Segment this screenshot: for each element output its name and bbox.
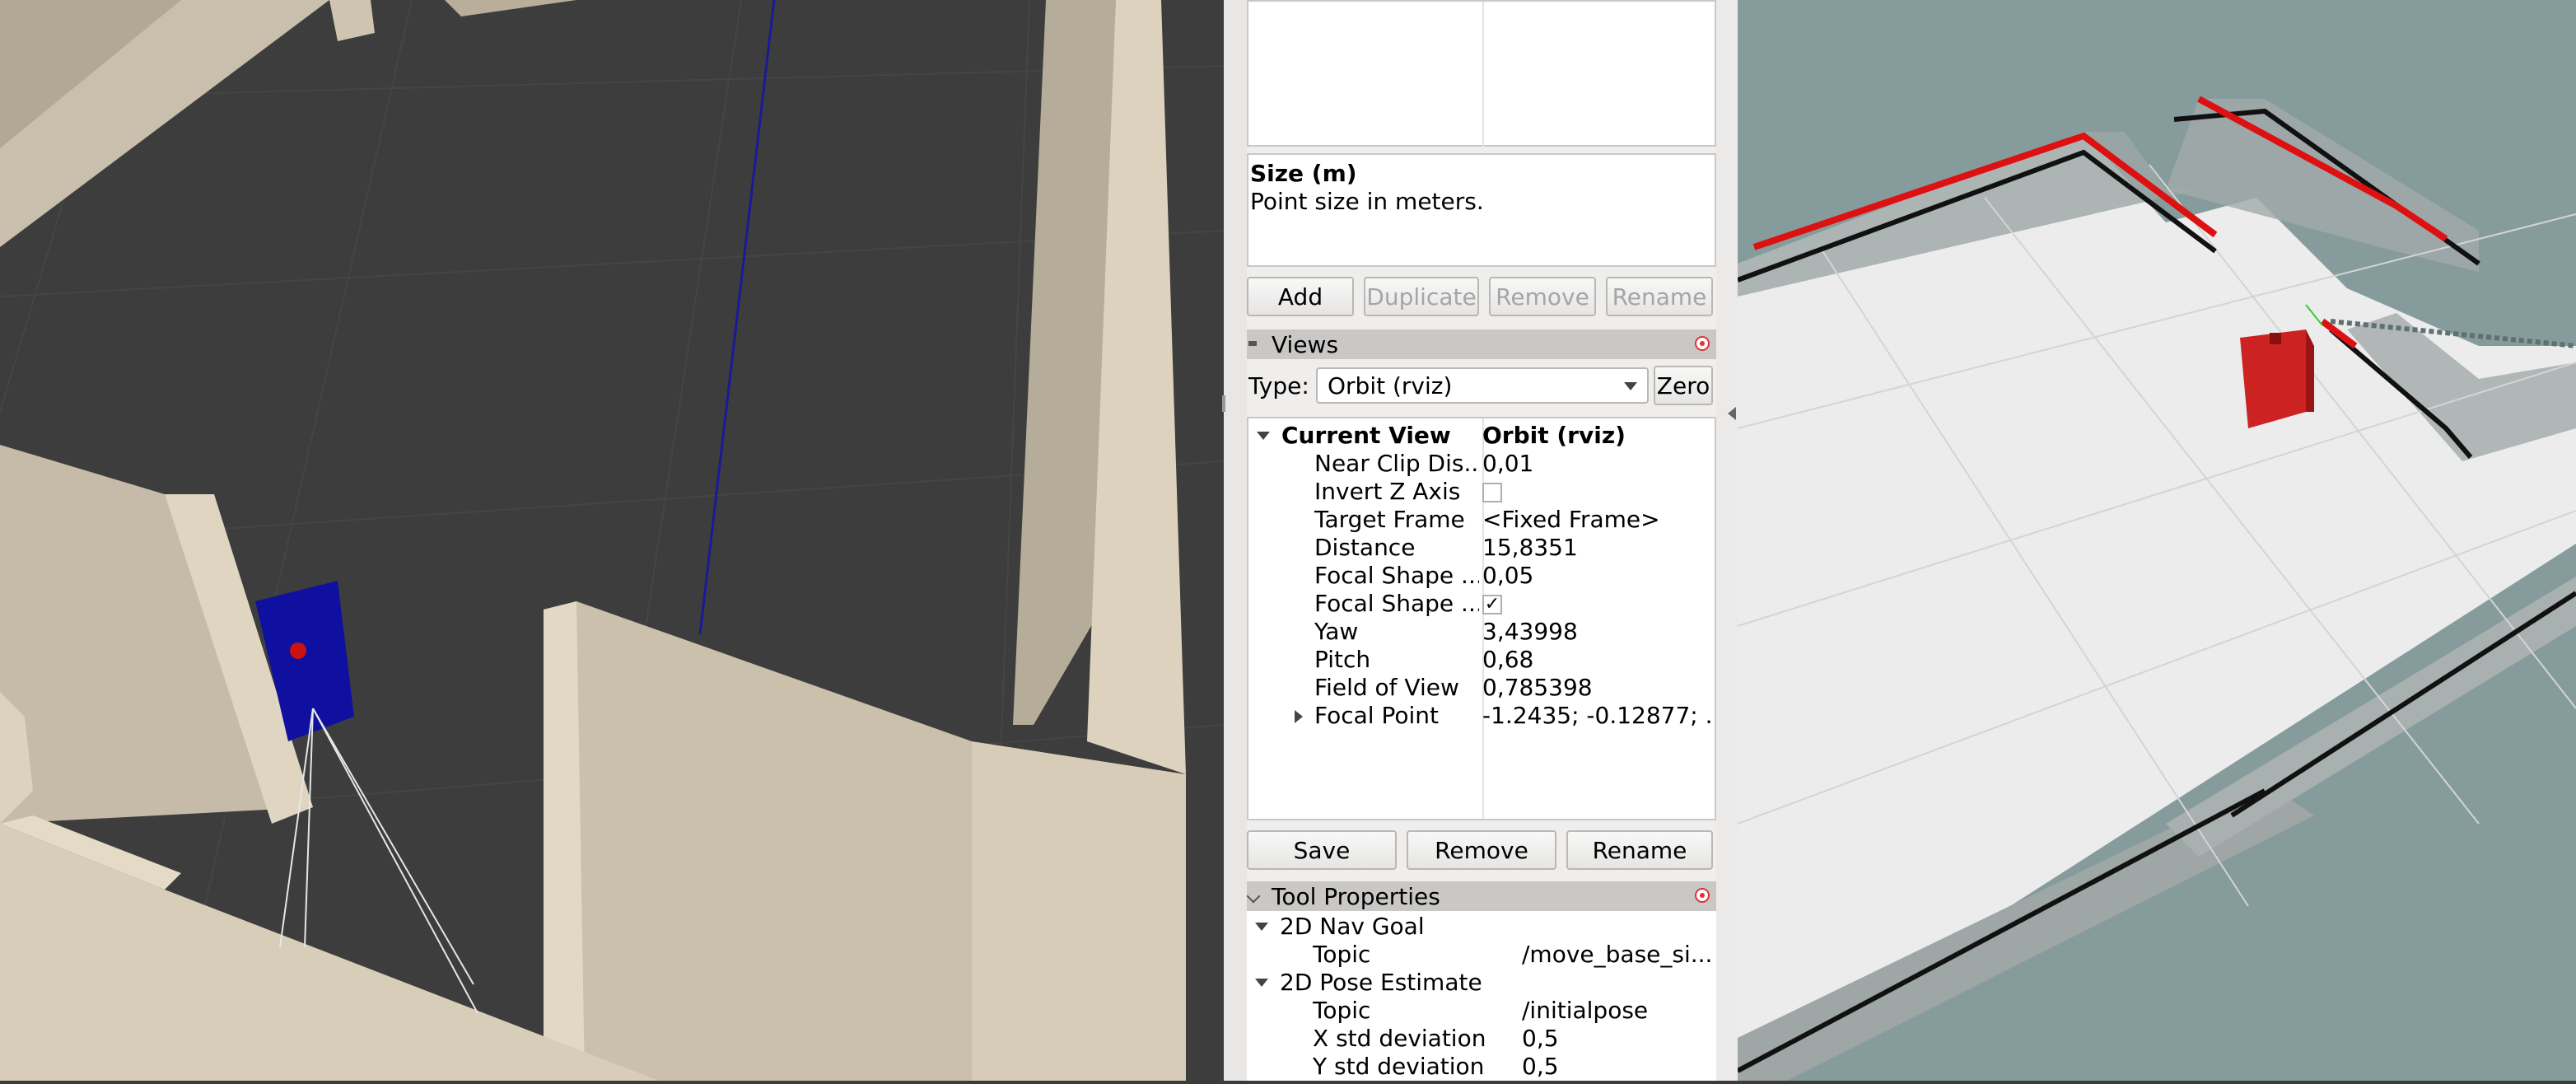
property-value[interactable]: 0,5: [1522, 1053, 1713, 1080]
property-name: Focal Point: [1314, 702, 1439, 729]
view-type-value: Orbit (rviz): [1328, 372, 1453, 399]
focal-shape-checkbox[interactable]: ✓: [1482, 595, 1502, 614]
property-value[interactable]: <Fixed Frame>: [1482, 506, 1713, 533]
description-title: Size (m): [1250, 160, 1357, 187]
property-name: X std deviation: [1313, 1025, 1486, 1052]
current-view-label: Current View: [1281, 422, 1451, 449]
property-name: Topic: [1313, 997, 1371, 1024]
tree-row-property[interactable]: Invert Z Axis: [1248, 478, 1715, 506]
tree-row-property[interactable]: Topic /initialpose: [1247, 997, 1713, 1025]
property-value[interactable]: 0,05: [1482, 562, 1713, 589]
splitter-handle[interactable]: [1222, 0, 1247, 1081]
expand-icon[interactable]: [1295, 710, 1303, 723]
property-value[interactable]: /initialpose: [1522, 997, 1713, 1024]
checkmark-icon: ✓: [1484, 594, 1500, 614]
property-name: Pitch: [1314, 646, 1371, 673]
tree-row-property[interactable]: Target Frame <Fixed Frame>: [1248, 506, 1715, 534]
tree-row-property[interactable]: Field of View 0,785398: [1248, 674, 1715, 702]
tool-properties-header: Tool Properties: [1246, 881, 1716, 911]
property-value[interactable]: 0,785398: [1482, 674, 1713, 701]
tree-row-property[interactable]: Pitch 0,68: [1248, 646, 1715, 674]
expand-icon[interactable]: [1255, 923, 1268, 931]
remove-view-button[interactable]: Remove: [1407, 830, 1556, 870]
add-display-button[interactable]: Add: [1247, 277, 1354, 316]
zero-button[interactable]: Zero: [1654, 366, 1713, 405]
tool-properties-tree[interactable]: 2D Nav Goal Topic /move_base_si... 2D Po…: [1247, 911, 1716, 1081]
property-value[interactable]: 15,8351: [1482, 534, 1713, 561]
chevron-down-icon: [1624, 382, 1637, 390]
property-name: Topic: [1313, 941, 1371, 968]
property-name: Y std deviation: [1313, 1053, 1485, 1080]
close-icon[interactable]: [1695, 888, 1710, 903]
tree-row-property[interactable]: Yaw 3,43998: [1248, 618, 1715, 646]
duplicate-display-button[interactable]: Duplicate: [1364, 277, 1479, 316]
views-panel-header: Views: [1247, 329, 1716, 359]
property-value[interactable]: 3,43998: [1482, 618, 1713, 645]
view-properties-tree[interactable]: Current View Orbit (rviz) Near Clip Dis.…: [1247, 417, 1716, 820]
property-value[interactable]: 0,5: [1522, 1025, 1713, 1052]
remove-display-button[interactable]: Remove: [1489, 277, 1596, 316]
invert-z-checkbox[interactable]: [1482, 483, 1502, 502]
tree-row-property[interactable]: Focal Shape ... 0,05: [1248, 562, 1715, 590]
expand-icon[interactable]: [1255, 979, 1268, 987]
collapse-handle[interactable]: [1716, 0, 1738, 1081]
tree-row-pose-estimate[interactable]: 2D Pose Estimate: [1247, 969, 1713, 997]
expand-icon[interactable]: [1257, 432, 1270, 440]
rviz-scene: [1736, 0, 2576, 1081]
property-name: Focal Shape ...: [1314, 562, 1479, 589]
property-value[interactable]: 0,01: [1482, 450, 1713, 477]
view-type-label: Type:: [1248, 372, 1309, 399]
property-value[interactable]: /move_base_si...: [1522, 941, 1713, 968]
description-text: Point size in meters.: [1250, 188, 1484, 215]
rename-display-button[interactable]: Rename: [1606, 277, 1713, 316]
tree-row-property[interactable]: Focal Shape ... ✓: [1248, 590, 1715, 618]
tool-properties-title: Tool Properties: [1272, 882, 1440, 910]
views-title: Views: [1272, 330, 1339, 358]
property-name: Near Clip Dis...: [1314, 450, 1479, 477]
save-view-button[interactable]: Save: [1247, 830, 1397, 870]
property-value[interactable]: 0,68: [1482, 646, 1713, 673]
displays-tree-remnant[interactable]: [1247, 0, 1716, 147]
nav-goal-label: 2D Nav Goal: [1280, 913, 1425, 940]
pose-estimate-label: 2D Pose Estimate: [1280, 969, 1482, 996]
rviz-render-view[interactable]: [1736, 0, 2576, 1081]
tree-row-property[interactable]: X std deviation 0,5: [1247, 1025, 1713, 1053]
tree-row-property[interactable]: Topic /move_base_si...: [1247, 941, 1713, 969]
property-name: Distance: [1314, 534, 1416, 561]
current-view-value: Orbit (rviz): [1482, 422, 1626, 449]
view-type-select[interactable]: Orbit (rviz): [1316, 367, 1649, 404]
chevron-left-icon[interactable]: [1728, 407, 1736, 420]
rename-view-button[interactable]: Rename: [1566, 830, 1713, 870]
tree-row-property[interactable]: Distance 15,8351: [1248, 534, 1715, 562]
property-name: Invert Z Axis: [1314, 478, 1461, 505]
close-icon[interactable]: [1695, 336, 1710, 351]
property-description-box: Size (m) Point size in meters.: [1247, 153, 1716, 267]
tree-row-nav-goal[interactable]: 2D Nav Goal: [1247, 913, 1713, 941]
panel-grip-icon: [1246, 889, 1261, 904]
gazebo-3d-view[interactable]: [0, 0, 1225, 1082]
tree-row-property[interactable]: Near Clip Dis... 0,01: [1248, 450, 1715, 478]
tree-row-property[interactable]: Focal Point -1.2435; -0.12877; ...: [1248, 702, 1715, 730]
tree-row-current-view[interactable]: Current View Orbit (rviz): [1248, 422, 1715, 450]
gazebo-scene: [0, 0, 1225, 1082]
property-value[interactable]: -1.2435; -0.12877; ...: [1482, 702, 1713, 729]
property-name: Focal Shape ...: [1314, 590, 1479, 617]
property-name: Target Frame: [1314, 506, 1465, 533]
property-name: Field of View: [1314, 674, 1459, 701]
property-name: Yaw: [1314, 618, 1359, 645]
tree-row-property[interactable]: Y std deviation 0,5: [1247, 1053, 1713, 1081]
rviz-side-panel: Size (m) Point size in meters. Add Dupli…: [1246, 0, 1716, 1081]
panel-grip-icon: [1248, 341, 1257, 346]
